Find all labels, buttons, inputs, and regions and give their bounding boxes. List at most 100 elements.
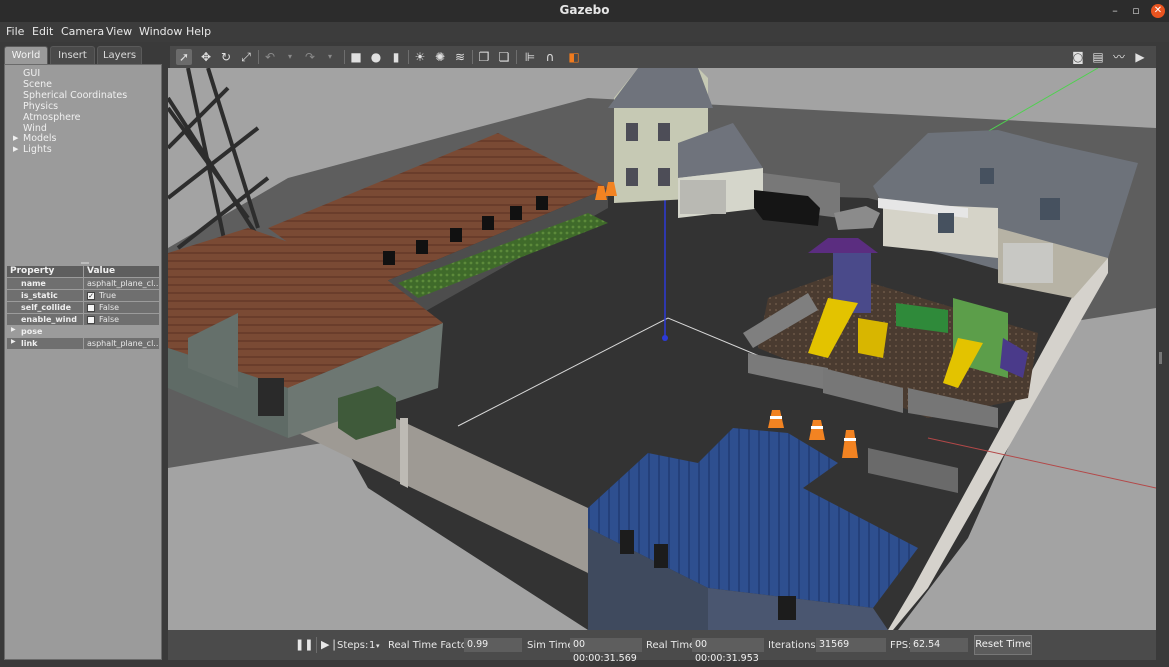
- menu-view[interactable]: View: [106, 25, 132, 38]
- paste-icon[interactable]: ❏: [496, 49, 512, 65]
- cylinder-icon[interactable]: ▮: [388, 49, 404, 65]
- left-panel: World Insert Layers GUI Scene Spherical …: [4, 46, 162, 660]
- reset-time-button[interactable]: Reset Time: [974, 635, 1032, 655]
- chevron-down-icon[interactable]: ▾: [376, 642, 380, 650]
- fps-label: FPS:: [890, 640, 912, 651]
- plot-icon[interactable]: 〰: [1111, 49, 1127, 65]
- tab-layers[interactable]: Layers: [97, 46, 142, 64]
- maximize-icon[interactable]: ▫: [1129, 4, 1143, 18]
- tree-item-lights[interactable]: Lights: [23, 144, 52, 155]
- bottom-bar: ❚❚ ▶❘ Steps: 1 ▾ Real Time Factor: 0.99 …: [168, 630, 1156, 664]
- scale-icon[interactable]: ⤢: [238, 49, 254, 65]
- menu-camera[interactable]: Camera: [61, 25, 104, 38]
- toolbar-separator: [472, 50, 473, 64]
- tree-item-gui[interactable]: GUI: [23, 68, 40, 79]
- property-value-cell: False: [84, 314, 159, 325]
- divider: [316, 637, 317, 653]
- panel-resize-handle[interactable]: [1159, 352, 1162, 364]
- title-bar: Gazebo – ▫ ✕: [0, 0, 1169, 22]
- point-light-icon[interactable]: ☀: [412, 49, 428, 65]
- menu-help[interactable]: Help: [186, 25, 211, 38]
- world-panel: GUI Scene Spherical Coordinates Physics …: [4, 64, 162, 660]
- property-group-row[interactable]: link asphalt_plane_cl... ▶: [7, 338, 159, 349]
- box-icon[interactable]: ■: [348, 49, 364, 65]
- toolbar-separator: [408, 50, 409, 64]
- right-house-garage-door: [1003, 243, 1053, 283]
- expand-arrow-icon[interactable]: ▶: [11, 338, 16, 345]
- property-value: False: [99, 315, 120, 324]
- redo-icon[interactable]: ↷: [302, 49, 318, 65]
- pause-icon[interactable]: ❚❚: [295, 638, 313, 651]
- fps-value: 62.54: [910, 638, 968, 652]
- property-value: True: [99, 291, 116, 300]
- redo-history-icon[interactable]: ▾: [322, 49, 338, 65]
- sim-time-value: 00 00:00:31.569: [570, 638, 642, 664]
- tree-item-atmosphere[interactable]: Atmosphere: [23, 112, 81, 123]
- expand-arrow-icon[interactable]: ▶: [11, 326, 16, 333]
- minimize-icon[interactable]: –: [1108, 4, 1122, 18]
- tree-item-physics[interactable]: Physics: [23, 101, 58, 112]
- tab-insert[interactable]: Insert: [50, 46, 95, 64]
- property-row[interactable]: is_static ✓ True: [7, 290, 159, 301]
- expand-arrow-icon[interactable]: ▶: [13, 145, 18, 153]
- real-time-label: Real Time:: [646, 640, 699, 651]
- property-name: self_collide: [7, 302, 83, 313]
- property-row[interactable]: name asphalt_plane_cl...: [7, 278, 159, 289]
- iterations-value: 31569: [816, 638, 886, 652]
- gazebo-window: Gazebo – ▫ ✕ File Edit Camera View Windo…: [0, 0, 1169, 667]
- snap-icon[interactable]: ∩: [542, 49, 558, 65]
- expand-arrow-icon[interactable]: ▶: [13, 134, 18, 142]
- property-column-header: Property: [7, 266, 83, 277]
- checkbox-unchecked[interactable]: [87, 315, 95, 324]
- 3d-viewport[interactable]: [168, 68, 1156, 630]
- translate-icon[interactable]: ✥: [198, 49, 214, 65]
- steps-value[interactable]: 1: [369, 640, 375, 651]
- screenshot-icon[interactable]: ◙: [1070, 49, 1086, 65]
- align-icon[interactable]: ⊫: [522, 49, 538, 65]
- property-value: asphalt_plane_cl...: [84, 338, 159, 349]
- undo-icon[interactable]: ↶: [262, 49, 278, 65]
- property-row[interactable]: enable_wind False: [7, 314, 159, 325]
- undo-history-icon[interactable]: ▾: [282, 49, 298, 65]
- window-title: Gazebo: [559, 3, 610, 17]
- tree-item-spherical-coordinates[interactable]: Spherical Coordinates: [23, 90, 127, 101]
- menu-edit[interactable]: Edit: [32, 25, 53, 38]
- property-value: False: [99, 303, 120, 312]
- property-row[interactable]: self_collide False: [7, 302, 159, 313]
- tree-item-scene[interactable]: Scene: [23, 79, 52, 90]
- wall-post: [400, 418, 408, 488]
- tree-item-models[interactable]: Models: [23, 133, 56, 144]
- property-group-row[interactable]: pose ▶: [7, 326, 159, 337]
- checkbox-unchecked[interactable]: [87, 303, 95, 312]
- video-record-icon[interactable]: ▶: [1132, 49, 1148, 65]
- garage-door: [680, 180, 726, 214]
- real-time-value: 00 00:00:31.953: [692, 638, 764, 664]
- menu-file[interactable]: File: [6, 25, 24, 38]
- property-header: Property Value: [7, 266, 159, 277]
- directional-light-icon[interactable]: ≋: [452, 49, 468, 65]
- spot-light-icon[interactable]: ✺: [432, 49, 448, 65]
- property-name: name: [7, 278, 83, 289]
- toolbar-separator: [344, 50, 345, 64]
- select-arrow-icon[interactable]: ➚: [176, 49, 192, 65]
- copy-icon[interactable]: ❐: [476, 49, 492, 65]
- close-icon[interactable]: ✕: [1151, 4, 1165, 18]
- property-value: asphalt_plane_cl...: [84, 278, 159, 289]
- property-name: link: [7, 338, 83, 349]
- log-icon[interactable]: ▤: [1090, 49, 1106, 65]
- rtf-value: 0.99: [464, 638, 522, 652]
- property-name: is_static: [7, 290, 83, 301]
- menu-window[interactable]: Window: [139, 25, 182, 38]
- scene-render: [168, 68, 1156, 630]
- steps-label: Steps:: [337, 640, 369, 651]
- toolbar: ➚ ✥ ↻ ⤢ ↶ ▾ ↷ ▾ ■ ● ▮ ☀ ✺ ≋ ❐ ❏ ⊫ ∩ ◧ ◙ …: [170, 46, 1156, 68]
- rtf-label: Real Time Factor:: [388, 640, 475, 651]
- checkbox-checked[interactable]: ✓: [87, 291, 95, 300]
- rotate-icon[interactable]: ↻: [218, 49, 234, 65]
- tab-world[interactable]: World: [4, 46, 48, 64]
- sphere-icon[interactable]: ●: [368, 49, 384, 65]
- change-view-icon[interactable]: ◧: [566, 49, 582, 65]
- panel-splitter[interactable]: [81, 262, 89, 264]
- property-name: pose: [7, 326, 159, 337]
- origin-marker: [662, 335, 668, 341]
